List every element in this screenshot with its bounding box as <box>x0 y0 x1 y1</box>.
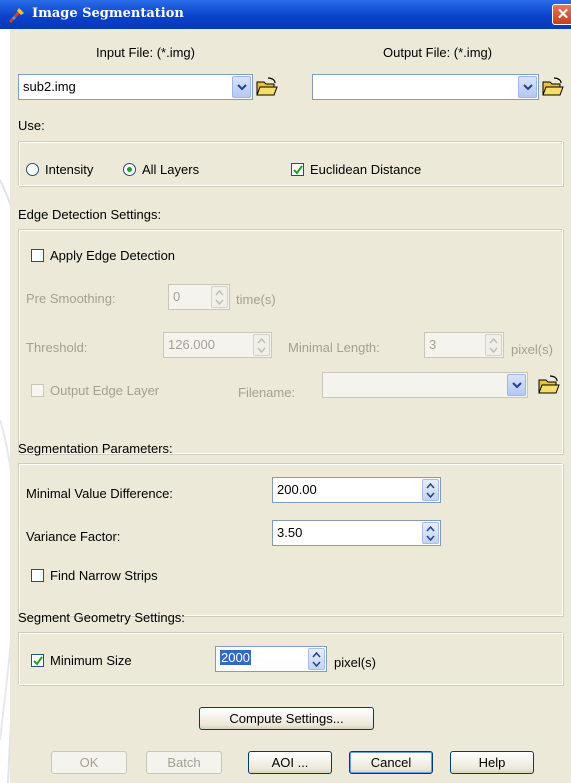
input-file-label: Input File: (*.img) <box>96 45 195 60</box>
ok-button[interactable]: OK <box>51 751 127 774</box>
spin-arrows-icon <box>215 289 224 306</box>
minimum-size-checkbox[interactable] <box>31 654 44 667</box>
variance-factor-spinner[interactable]: 3.50 <box>272 520 441 546</box>
close-button[interactable]: ✕ <box>552 4 571 25</box>
euclidean-distance-label: Euclidean Distance <box>310 162 422 177</box>
variance-factor-value: 3.50 <box>277 525 303 540</box>
segmentation-heading: Segmentation Parameters: <box>18 441 173 456</box>
input-file-value: sub2.img <box>23 79 76 94</box>
spin-arrows-icon <box>257 337 266 354</box>
spin-buttons[interactable] <box>485 334 502 356</box>
minimum-size-unit: pixel(s) <box>334 655 376 670</box>
threshold-label: Threshold: <box>26 340 88 355</box>
pre-smoothing-label: Pre Smoothing: <box>26 291 116 306</box>
minimum-size-spinner[interactable]: 2000 <box>215 646 327 672</box>
find-narrow-strips-label: Find Narrow Strips <box>50 568 158 583</box>
minimal-length-label: Minimal Length: <box>288 340 380 355</box>
filename-combo[interactable] <box>322 372 528 398</box>
output-file-combo[interactable] <box>312 74 539 100</box>
minimal-length-unit: pixel(s) <box>511 342 553 357</box>
find-narrow-strips-checkbox[interactable] <box>31 569 44 582</box>
chevron-down-icon <box>523 84 533 91</box>
spin-arrows-icon <box>489 337 498 354</box>
image-segmentation-dialog: Image Segmentation ✕ Input File: (*.img)… <box>0 0 571 783</box>
variance-factor-label: Variance Factor: <box>26 529 121 544</box>
spin-buttons[interactable] <box>211 286 228 308</box>
spin-buttons[interactable] <box>253 334 270 356</box>
checkmark-icon <box>293 165 303 175</box>
chevron-down-icon <box>512 382 522 389</box>
aoi-button[interactable]: AOI ... <box>248 751 332 774</box>
spin-arrows-icon <box>426 482 435 499</box>
open-folder-icon[interactable] <box>256 77 278 97</box>
help-button[interactable]: Help <box>450 751 534 774</box>
all-layers-radio[interactable] <box>123 163 136 176</box>
spin-arrows-icon <box>426 525 435 542</box>
output-file-dropdown-button[interactable] <box>518 76 537 98</box>
filename-label: Filename: <box>238 385 296 400</box>
window-title: Image Segmentation <box>32 6 184 21</box>
title-bar[interactable]: Image Segmentation ✕ <box>0 0 571 29</box>
min-value-diff-label: Minimal Value Difference: <box>26 486 173 501</box>
min-value-diff-value: 200.00 <box>277 482 317 497</box>
segment-geometry-heading: Segment Geometry Settings: <box>18 610 185 625</box>
app-wand-icon <box>8 8 24 24</box>
threshold-value: 126.000 <box>168 337 215 352</box>
cancel-button[interactable]: Cancel <box>349 751 433 774</box>
dialog-client-area: Input File: (*.img) Output File: (*.img)… <box>10 29 571 783</box>
all-layers-label: All Layers <box>142 162 200 177</box>
apply-edge-detection-checkbox[interactable] <box>31 249 44 262</box>
pre-smoothing-value: 0 <box>173 289 181 304</box>
minimal-length-spinner[interactable]: 3 <box>424 332 504 358</box>
batch-button[interactable]: Batch <box>146 751 222 774</box>
euclidean-distance-checkbox[interactable] <box>291 163 304 176</box>
spin-buttons[interactable] <box>308 648 325 670</box>
minimum-size-value: 2000 <box>220 650 251 665</box>
intensity-label: Intensity <box>45 162 94 177</box>
spin-buttons[interactable] <box>422 479 439 501</box>
minimal-length-value: 3 <box>429 337 437 352</box>
input-file-dropdown-button[interactable] <box>232 76 251 98</box>
output-file-label: Output File: (*.img) <box>383 45 493 60</box>
edge-detection-heading: Edge Detection Settings: <box>18 207 162 222</box>
output-edge-layer-checkbox[interactable] <box>31 384 44 397</box>
pre-smoothing-spinner[interactable]: 0 <box>168 284 230 310</box>
open-folder-icon[interactable] <box>538 375 560 395</box>
checkmark-icon <box>33 656 43 666</box>
threshold-spinner[interactable]: 126.000 <box>163 332 272 358</box>
open-folder-icon[interactable] <box>542 77 564 97</box>
apply-edge-detection-label: Apply Edge Detection <box>50 248 176 263</box>
pre-smoothing-unit: time(s) <box>236 292 276 307</box>
spin-arrows-icon <box>312 651 321 668</box>
use-heading: Use: <box>18 118 45 133</box>
intensity-radio[interactable] <box>26 163 39 176</box>
chevron-down-icon <box>237 84 247 91</box>
compute-settings-button[interactable]: Compute Settings... <box>199 707 374 730</box>
input-file-combo[interactable]: sub2.img <box>18 74 253 100</box>
minimum-size-label: Minimum Size <box>50 653 132 668</box>
spin-buttons[interactable] <box>422 522 439 544</box>
output-edge-layer-label: Output Edge Layer <box>50 383 160 398</box>
filename-dropdown-button[interactable] <box>507 374 526 396</box>
min-value-diff-spinner[interactable]: 200.00 <box>272 477 441 503</box>
